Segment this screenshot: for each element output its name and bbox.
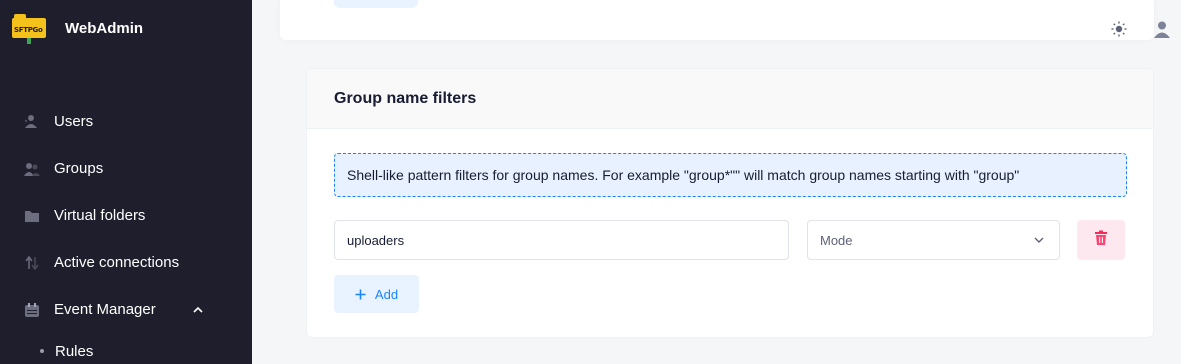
plus-icon (355, 289, 366, 300)
sidebar-item-label: Users (54, 113, 94, 130)
sidebar: SFTPGo WebAdmin Users Groups Virtual fol… (0, 0, 252, 364)
chevron-up-icon[interactable] (192, 303, 204, 320)
sidebar-item-label: Active connections (54, 254, 180, 271)
sidebar-subitem-rules[interactable]: Rules (0, 333, 252, 364)
sidebar-subitem-label: Rules (55, 342, 94, 360)
group-name-filters-card: Group name filters Shell-like pattern fi… (306, 68, 1154, 338)
trash-icon (1094, 230, 1108, 251)
mode-select-value: Mode (820, 232, 853, 248)
group-pattern-value: uploaders (347, 232, 405, 248)
app-name: WebAdmin (65, 19, 144, 37)
groups-icon (24, 161, 40, 177)
add-button-label: Add (374, 286, 399, 302)
sun-icon[interactable] (1110, 20, 1128, 38)
card-header: Group name filters (307, 69, 1153, 129)
connections-icon (24, 255, 40, 271)
sidebar-item-label: Groups (54, 160, 104, 177)
sidebar-item-active-connections[interactable]: Active connections (0, 239, 252, 286)
chevron-down-icon (1033, 234, 1045, 249)
user-icon[interactable] (1153, 20, 1171, 38)
group-pattern-input[interactable]: uploaders (334, 220, 789, 260)
brand[interactable]: SFTPGo WebAdmin (12, 14, 144, 44)
sftpgo-logo: SFTPGo (12, 14, 46, 44)
sidebar-item-virtual-folders[interactable]: Virtual folders (0, 192, 252, 239)
mode-select[interactable]: Mode (807, 220, 1060, 260)
folder-icon (24, 208, 40, 224)
previous-card-button[interactable] (334, 0, 418, 8)
bullet-icon (40, 349, 44, 353)
sidebar-item-users[interactable]: Users (0, 98, 252, 145)
delete-filter-button[interactable] (1077, 220, 1125, 260)
sidebar-item-groups[interactable]: Groups (0, 145, 252, 192)
sidebar-item-event-manager[interactable]: Event Manager (0, 286, 252, 333)
add-filter-button[interactable]: Add (334, 275, 419, 313)
sidebar-nav: Users Groups Virtual folders Active conn… (0, 98, 252, 364)
sidebar-item-label: Virtual folders (54, 207, 146, 224)
header-icons (1110, 20, 1171, 38)
users-icon (24, 114, 40, 130)
sidebar-item-label: Event Manager (54, 301, 156, 318)
info-notice: Shell-like pattern filters for group nam… (334, 153, 1127, 197)
card-title: Group name filters (334, 89, 477, 107)
calendar-icon (24, 302, 40, 318)
